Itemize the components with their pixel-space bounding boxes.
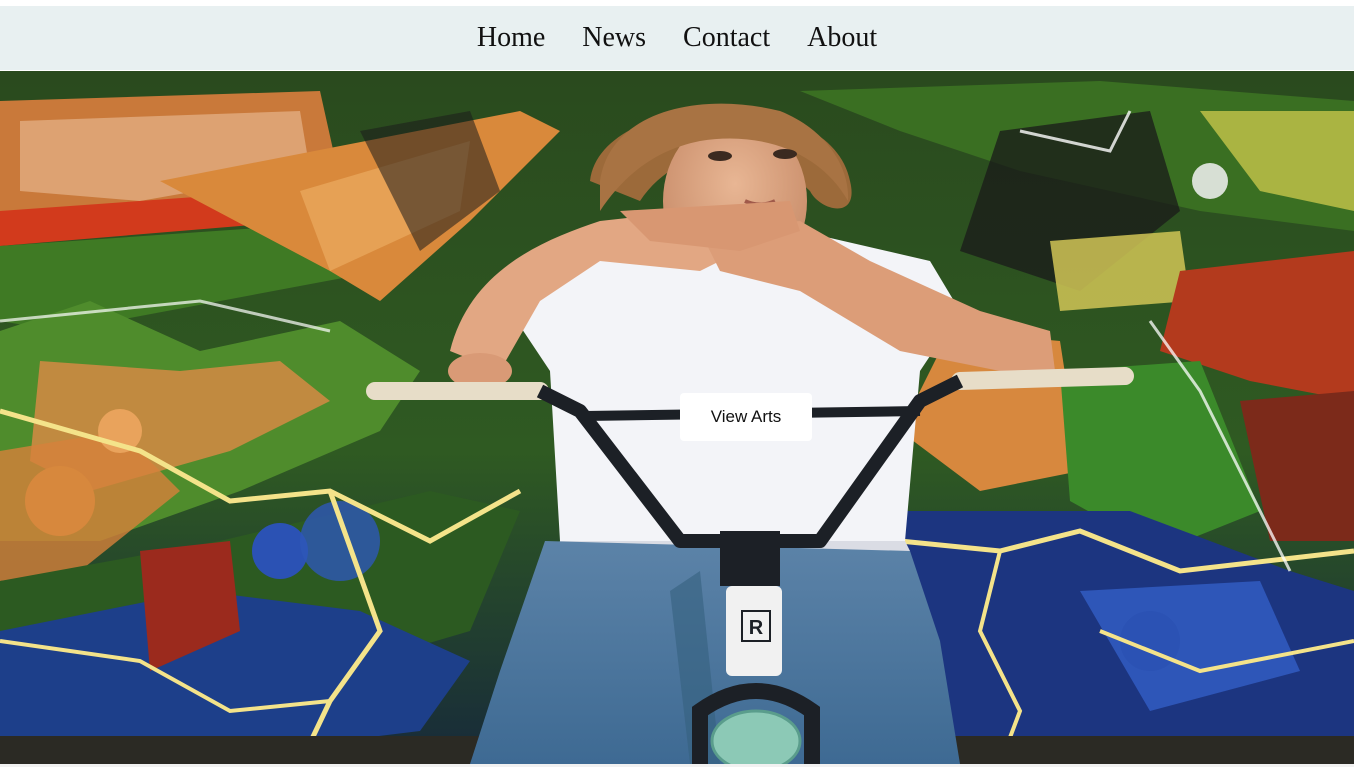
page: Home News Contact About R View Arts (0, 0, 1354, 767)
bike-stem-badge: R (749, 617, 764, 639)
nav-link-news[interactable]: News (582, 24, 646, 52)
nav-link-about[interactable]: About (807, 24, 877, 52)
hero-banner: R View Arts (0, 71, 1354, 764)
nav-link-home[interactable]: Home (477, 24, 545, 52)
top-navbar: Home News Contact About (0, 6, 1354, 70)
nav-link-contact[interactable]: Contact (683, 24, 770, 52)
view-arts-button[interactable]: View Arts (680, 393, 812, 441)
hero-background-image: R (0, 71, 1354, 764)
